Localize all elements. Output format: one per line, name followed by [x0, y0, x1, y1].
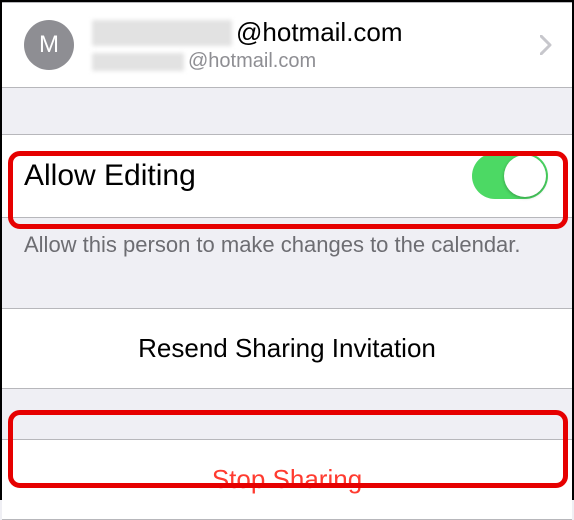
allow-editing-row[interactable]: Allow Editing [2, 135, 572, 217]
toggle-knob [504, 155, 546, 197]
contact-row[interactable]: M @hotmail.com @hotmail.com [2, 3, 572, 87]
contact-text: @hotmail.com @hotmail.com [92, 17, 556, 73]
contact-secondary: @hotmail.com [92, 50, 556, 73]
chevron-right-icon [540, 35, 552, 55]
contact-secondary-suffix: @hotmail.com [188, 50, 316, 73]
stop-sharing-label: Stop Sharing [212, 464, 362, 494]
redacted-name [92, 20, 232, 46]
allow-editing-footer: Allow this person to make changes to the… [2, 218, 572, 258]
avatar: M [24, 20, 74, 70]
allow-editing-label: Allow Editing [24, 159, 196, 193]
contact-primary-suffix: @hotmail.com [236, 17, 403, 48]
redacted-email-local [92, 53, 184, 71]
allow-editing-toggle[interactable] [472, 153, 548, 199]
avatar-initial: M [39, 31, 59, 59]
stop-sharing-button[interactable]: Stop Sharing [2, 440, 572, 519]
resend-invitation-label: Resend Sharing Invitation [138, 333, 436, 363]
resend-invitation-button[interactable]: Resend Sharing Invitation [2, 309, 572, 388]
contact-primary: @hotmail.com [92, 17, 556, 48]
